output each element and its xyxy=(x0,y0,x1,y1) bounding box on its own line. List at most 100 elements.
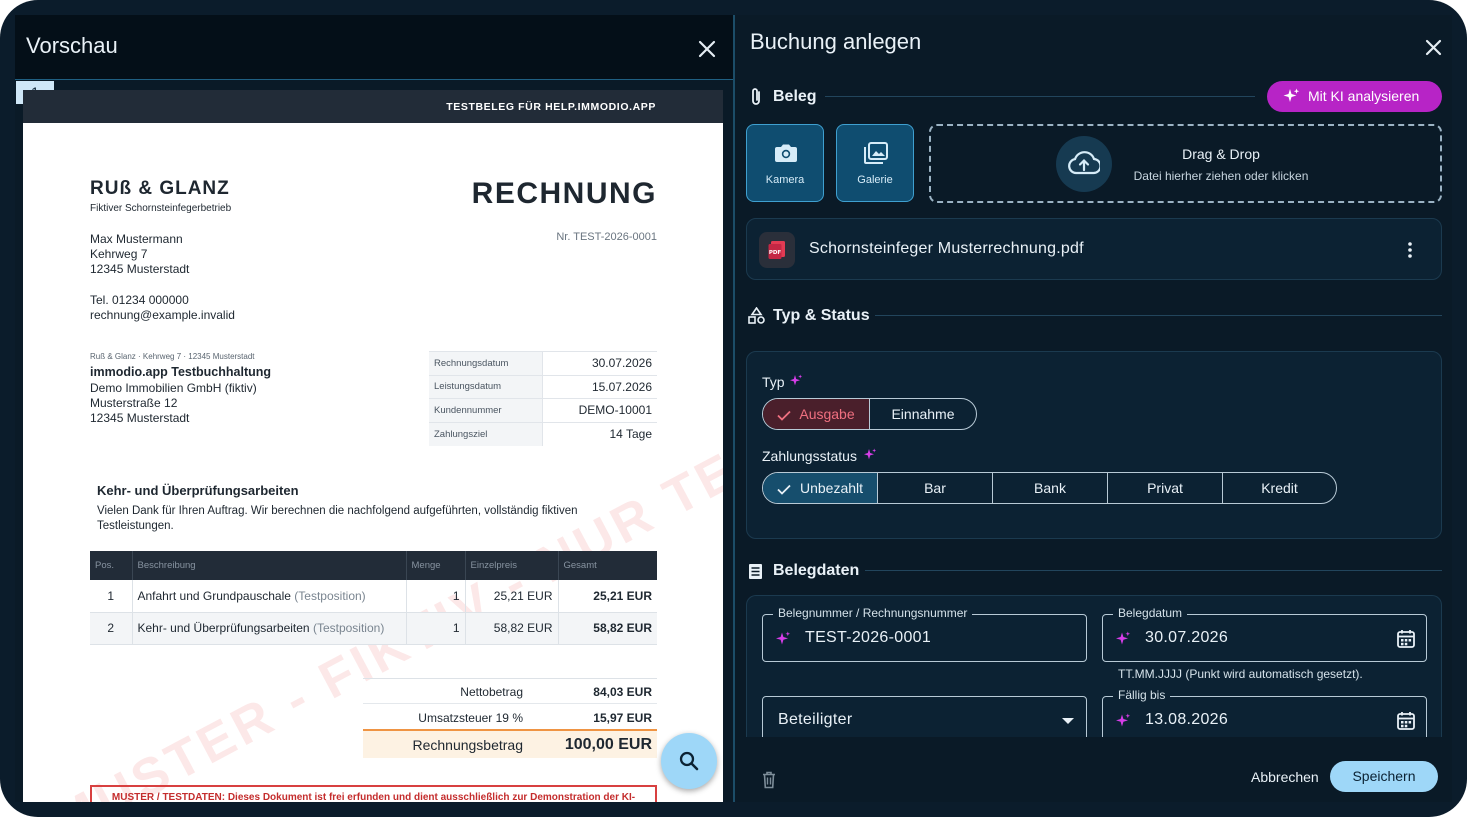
belegdatum-hint: TT.MM.JJJJ (Punkt wird automatisch geset… xyxy=(1118,667,1363,681)
table-row: 2 Kehr- und Überprüfungsarbeiten (Testpo… xyxy=(90,612,657,645)
zahlung-option-bank[interactable]: Bank xyxy=(993,473,1108,503)
section-divider xyxy=(875,315,1442,316)
column-header: Beschreibung xyxy=(132,551,407,580)
info-value: 30.07.2026 xyxy=(542,351,657,375)
attached-file-card[interactable]: PDF Schornsteinfeger Musterrechnung.pdf xyxy=(746,218,1442,280)
zahlung-option-label: Bar xyxy=(924,480,946,496)
booking-form-panel: Buchung anlegen Beleg Mit KI analysieren… xyxy=(735,15,1452,802)
contact-line: Tel. 01234 000000 xyxy=(90,293,189,307)
ai-analyze-button[interactable]: Mit KI analysieren xyxy=(1267,81,1442,112)
invoice-document: TESTBELEG FÜR HELP.IMMODIO.APP MUSTER - … xyxy=(23,90,723,802)
section-heading: Kehr- und Überprüfungsarbeiten xyxy=(97,483,299,498)
zahlung-option-label: Unbezahlt xyxy=(799,480,864,496)
info-value: 15.07.2026 xyxy=(542,374,657,399)
belegnummer-label: Belegnummer / Rechnungsnummer xyxy=(773,606,973,620)
recipient-line: Musterstraße 12 xyxy=(90,396,178,410)
table-row: 1 Anfahrt und Grundpauschale (Testpositi… xyxy=(90,580,657,613)
section-title-typ-status: Typ & Status xyxy=(773,307,870,324)
belegdatum-field[interactable]: Belegdatum 30.07.2026 xyxy=(1102,606,1427,662)
section-title-belegdaten: Belegdaten xyxy=(773,562,860,579)
belegnummer-field[interactable]: Belegnummer / Rechnungsnummer TEST-2026-… xyxy=(762,606,1087,662)
form-close-icon[interactable] xyxy=(1425,34,1442,60)
document-banner: TESTBELEG FÜR HELP.IMMODIO.APP xyxy=(23,90,723,123)
preview-title: Vorschau xyxy=(26,33,118,58)
ai-sparkle-icon xyxy=(776,631,791,645)
trash-icon[interactable] xyxy=(762,771,776,789)
info-key: Leistungsdatum xyxy=(429,374,543,399)
check-icon xyxy=(777,484,791,495)
ai-sparkle-icon xyxy=(864,448,877,460)
zahlung-option-privat[interactable]: Privat xyxy=(1108,473,1223,503)
qty-cell: 1 xyxy=(406,580,466,613)
app-frame: Vorschau 1 TESTBELEG FÜR HELP.IMMODIO.AP… xyxy=(0,0,1467,817)
typ-status-card: Typ Ausgabe Einnahme Zahlungsstatus Unbe… xyxy=(746,351,1442,539)
drop-zone[interactable]: Drag & Drop Datei hierher ziehen oder kl… xyxy=(929,124,1442,203)
zahlung-option-unbezahlt[interactable]: Unbezahlt xyxy=(763,473,878,503)
document-type: RECHNUNG xyxy=(471,177,657,210)
typ-option-einnahme[interactable]: Einnahme xyxy=(870,399,976,429)
disclaimer-box: MUSTER / TESTDATEN: Dieses Dokument ist … xyxy=(90,785,657,802)
preview-panel: Vorschau 1 TESTBELEG FÜR HELP.IMMODIO.AP… xyxy=(15,15,733,802)
file-name: Schornsteinfeger Musterrechnung.pdf xyxy=(809,240,1084,257)
more-vertical-icon[interactable] xyxy=(1407,241,1413,259)
total-value: 100,00 EUR xyxy=(564,736,652,753)
sender-line: 12345 Musterstadt xyxy=(90,262,190,276)
qty-cell: 1 xyxy=(406,612,466,645)
info-key: Kundennummer xyxy=(429,398,543,422)
net-value: 84,03 EUR xyxy=(593,685,652,699)
invoice-info-table: Rechnungsdatum 30.07.2026 Leistungsdatum 1… xyxy=(429,351,657,446)
zahlungsstatus-label: Zahlungsstatus xyxy=(762,448,857,464)
unit-price-cell: 25,21 EUR xyxy=(465,580,559,613)
pdf-file-icon: PDF xyxy=(768,241,785,259)
recipient-address: Demo Immobilien GmbH (fiktiv) Musterstra… xyxy=(90,381,257,426)
gallery-button[interactable]: Galerie xyxy=(836,124,914,202)
calendar-icon[interactable] xyxy=(1397,711,1415,730)
pos-cell: 2 xyxy=(90,612,133,645)
intro-text: Vielen Dank für Ihren Auftrag. Wir berec… xyxy=(97,505,578,532)
sender-line: Kehrweg 7 xyxy=(90,247,148,261)
description-text: Anfahrt und Grundpauschale xyxy=(137,588,291,603)
totals-divider xyxy=(363,703,657,704)
typ-option-ausgabe[interactable]: Ausgabe xyxy=(763,399,870,429)
belegdatum-value: 30.07.2026 xyxy=(1145,629,1229,646)
recipient-name: immodio.app Testbuchhaltung xyxy=(90,365,272,379)
description-note: (Testposition) xyxy=(312,621,385,635)
camera-label: Kamera xyxy=(765,174,805,186)
description-note: (Testposition) xyxy=(294,588,366,603)
beteiligter-placeholder: Beteiligter xyxy=(778,711,853,728)
zoom-button[interactable] xyxy=(661,733,717,789)
calendar-icon[interactable] xyxy=(1397,629,1415,648)
camera-icon xyxy=(775,144,797,162)
zahlung-option-kredit[interactable]: Kredit xyxy=(1223,473,1336,503)
cancel-button[interactable]: Abbrechen xyxy=(1251,769,1319,785)
search-icon xyxy=(679,751,699,771)
zahlung-option-label: Bank xyxy=(1034,480,1066,496)
return-address: Ruß & Glanz · Kehrweg 7 · 12345 Musterst… xyxy=(90,352,255,361)
drop-subtitle: Datei hierher ziehen oder klicken xyxy=(1133,169,1309,183)
column-header: Pos. xyxy=(90,551,133,580)
recipient-line: 12345 Musterstadt xyxy=(90,411,190,425)
description-cell: Kehr- und Überprüfungsarbeiten (Testposi… xyxy=(132,612,407,645)
faellig-value: 13.08.2026 xyxy=(1145,711,1229,728)
camera-button[interactable]: Kamera xyxy=(746,124,824,202)
zahlung-option-bar[interactable]: Bar xyxy=(878,473,993,503)
column-header: Einzelpreis xyxy=(465,551,559,580)
info-value: 14 Tage xyxy=(542,421,657,446)
info-row: Zahlungsziel 14 Tage xyxy=(429,421,657,446)
info-row: Rechnungsdatum 30.07.2026 xyxy=(429,351,657,375)
preview-close-icon[interactable] xyxy=(698,36,716,62)
unit-price-cell: 58,82 EUR xyxy=(465,612,559,645)
ai-analyze-label: Mit KI analysieren xyxy=(1308,88,1420,104)
form-footer: Abbrechen Speichern xyxy=(735,737,1452,802)
net-label: Nettobetrag xyxy=(460,685,523,699)
total-label: Rechnungsbetrag xyxy=(412,737,523,753)
preview-header: Vorschau xyxy=(15,15,733,80)
zahlung-option-label: Privat xyxy=(1147,480,1183,496)
pdf-badge-label: PDF xyxy=(769,250,782,256)
table-header-row: Pos. Beschreibung Menge Einzelpreis Gesa… xyxy=(90,551,657,580)
totals-divider xyxy=(363,678,657,679)
column-header: Menge xyxy=(406,551,466,580)
zahlungsstatus-segmented-control: Unbezahlt Bar Bank Privat Kredit xyxy=(762,472,1337,504)
check-icon xyxy=(777,410,791,421)
save-button[interactable]: Speichern xyxy=(1330,761,1438,792)
